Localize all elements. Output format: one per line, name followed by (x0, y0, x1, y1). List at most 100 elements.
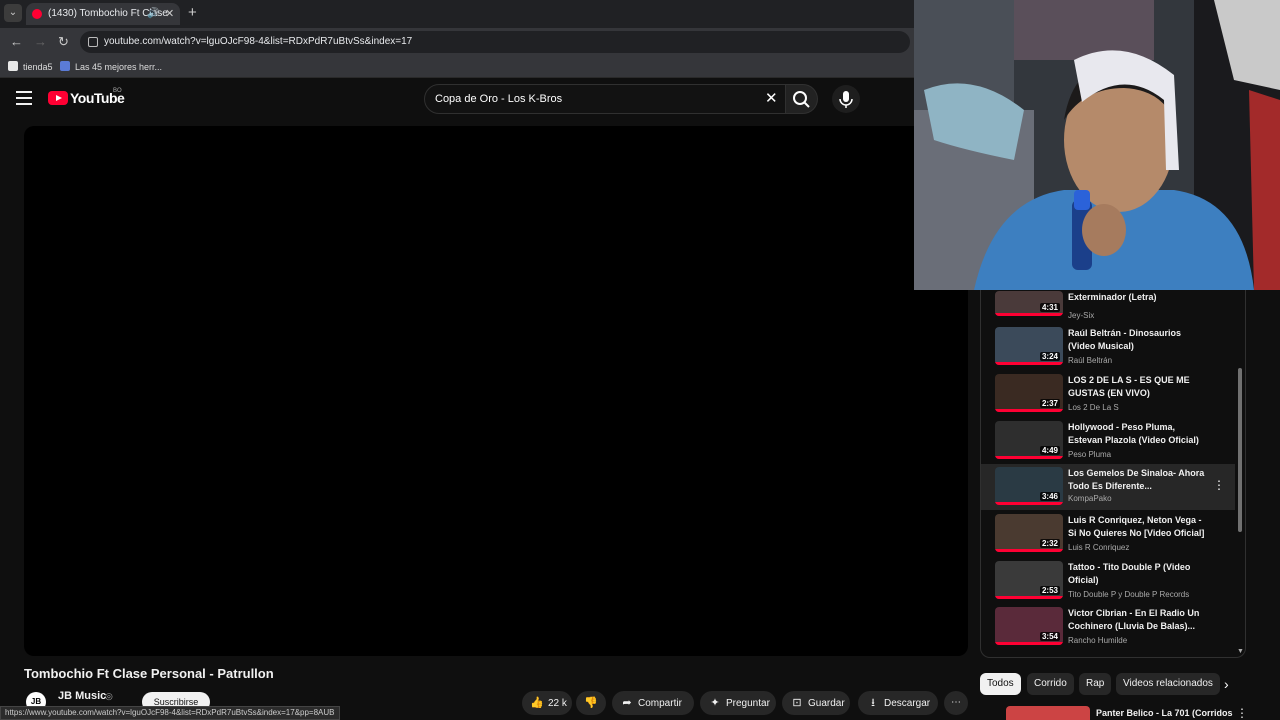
link-status-bar: https://www.youtube.com/watch?v=lguOJcF9… (0, 706, 340, 720)
playlist-thumbnail[interactable]: 4:49 (995, 421, 1063, 459)
bookmark-tienda5[interactable]: tienda5 (8, 56, 53, 78)
playlist-thumbnail[interactable]: 2:53 (995, 561, 1063, 599)
playlist-item-title[interactable]: Los Gemelos De Sinaloa- Ahora Todo Es Di… (1068, 467, 1208, 493)
video-duration: 3:54 (1039, 632, 1060, 641)
watched-progress-bar (995, 409, 1063, 412)
playlist-item-title[interactable]: Victor Cibrian - En El Radio Un Cochiner… (1068, 607, 1208, 633)
voice-search-button[interactable] (832, 85, 860, 113)
thumbs-up-icon: 👍 (530, 697, 544, 709)
watched-progress-bar (995, 362, 1063, 365)
forward-button[interactable]: → (34, 33, 47, 51)
playlist-item[interactable]: 3:24 Raúl Beltrán - Dinosaurios (Video Mu… (981, 327, 1241, 374)
address-bar[interactable]: youtube.com/watch?v=lguOJcF98-4&list=RDx… (80, 31, 910, 53)
playlist-thumbnail[interactable]: 3:24 (995, 327, 1063, 365)
playlist-item[interactable]: 2:32 Luis R Conriquez, Neton Vega - Si No… (981, 514, 1241, 561)
playlist-item[interactable]: 3:54 Victor Cibrian - En El Radio Un Coch… (981, 607, 1241, 654)
watched-progress-bar (995, 642, 1063, 645)
watched-progress-bar (995, 502, 1063, 505)
watched-progress-bar (995, 313, 1063, 316)
playlist-thumbnail[interactable]: 4:31 (995, 291, 1063, 316)
ask-button[interactable]: ✦ Preguntar (700, 691, 776, 715)
webcam-image (914, 0, 1280, 290)
youtube-logo-icon[interactable] (48, 91, 68, 105)
bookmark-label: Las 45 mejores herr... (75, 62, 163, 72)
video-duration: 2:32 (1039, 539, 1060, 548)
scroll-down-icon[interactable]: ▼ (1237, 648, 1244, 655)
playlist-item-channel[interactable]: Tito Double P y Double P Records (1068, 590, 1189, 599)
save-label: Guardar (808, 698, 845, 709)
playlist-item[interactable]: 2:53 Tattoo - Tito Double P (Video Oficia… (981, 561, 1241, 608)
save-button[interactable]: ⊡ Guardar (782, 691, 850, 715)
related-video-thumbnail[interactable] (1006, 706, 1090, 720)
chevron-right-icon[interactable]: › (1224, 676, 1229, 692)
like-button[interactable]: 👍 22 k (522, 691, 572, 715)
region-code: BO (113, 88, 122, 94)
more-vertical-icon[interactable]: ⋮ (1236, 706, 1248, 720)
clear-search-icon[interactable]: ✕ (765, 85, 778, 113)
bookmark-herramientas[interactable]: Las 45 mejores herr... (60, 56, 162, 78)
playlist-thumbnail[interactable]: 3:46 (995, 467, 1063, 505)
search-button[interactable] (786, 84, 818, 114)
more-horizontal-icon: ⋯ (951, 697, 961, 708)
reload-button[interactable]: ↻ (58, 33, 69, 51)
playlist-scrollbar[interactable] (1238, 368, 1242, 532)
watched-progress-bar (995, 549, 1063, 552)
bookmark-label: tienda5 (23, 62, 53, 72)
playlist-item-channel[interactable]: Luis R Conriquez (1068, 543, 1129, 552)
video-player[interactable] (24, 126, 968, 656)
video-title: Tombochio Ft Clase Personal - Patrullon (24, 666, 274, 681)
share-label: Compartir (638, 698, 682, 709)
chip-corrido[interactable]: Corrido (1027, 673, 1074, 695)
search-input[interactable]: Copa de Oro - Los K-Bros ✕ (424, 84, 786, 114)
chip-rap[interactable]: Rap (1079, 673, 1112, 695)
channel-name[interactable]: JB Music (58, 690, 106, 702)
playlist-item-channel[interactable]: Jey-Six (1068, 311, 1094, 320)
playlist-item[interactable]: 2:37 LOS 2 DE LA S - ES QUE ME GUSTAS (EN… (981, 374, 1241, 421)
playlist-item-title[interactable]: Exterminador (Letra) (1068, 291, 1208, 304)
playlist-item-title[interactable]: Luis R Conriquez, Neton Vega - Si No Qui… (1068, 514, 1208, 540)
share-button[interactable]: ➦ Compartir (612, 691, 694, 715)
tab-list-chevron-icon[interactable]: ⌄ (4, 4, 22, 22)
playlist-thumbnail[interactable]: 2:32 (995, 514, 1063, 552)
download-icon: ⭳ (871, 697, 875, 709)
back-button[interactable]: ← (10, 33, 23, 51)
playlist-item-channel[interactable]: Rancho Humilde (1068, 636, 1127, 645)
webcam-overlay (914, 0, 1280, 290)
tab-close-icon[interactable]: ✕ (165, 3, 174, 25)
site-settings-icon[interactable] (88, 37, 98, 47)
playlist-item-title[interactable]: Hollywood - Peso Pluma, Estevan Plazola … (1068, 421, 1208, 447)
playlist-item-channel[interactable]: KompaPako (1068, 494, 1112, 503)
new-tab-button[interactable]: + (188, 4, 197, 22)
like-count: 22 k (548, 698, 567, 709)
playlist-item-channel[interactable]: Los 2 De La S (1068, 403, 1119, 412)
video-duration: 4:49 (1039, 446, 1060, 455)
download-button[interactable]: ⭳ Descargar (858, 691, 938, 715)
video-duration: 3:24 (1039, 352, 1060, 361)
playlist-item-title[interactable]: Tattoo - Tito Double P (Video Oficial) (1068, 561, 1208, 587)
related-video-title[interactable]: Panter Belico - La 701 (Corridos (1096, 708, 1233, 718)
video-duration: 4:31 (1039, 303, 1060, 312)
playlist-item-channel[interactable]: Peso Pluma (1068, 450, 1111, 459)
playlist-item-channel[interactable]: Raúl Beltrán (1068, 356, 1112, 365)
address-bar-url: youtube.com/watch?v=lguOJcF98-4&list=RDx… (104, 36, 413, 47)
chip-videos-relacionados[interactable]: Videos relacionados (1116, 673, 1220, 695)
download-label: Descargar (884, 698, 931, 709)
playlist-thumbnail[interactable]: 2:37 (995, 374, 1063, 412)
browser-tab-active[interactable]: (1430) Tombochio Ft Clase 🔊 ✕ (26, 3, 180, 25)
more-actions-button[interactable]: ⋯ (944, 691, 968, 715)
share-icon: ➦ (622, 697, 632, 709)
playlist-thumbnail[interactable]: 3:54 (995, 607, 1063, 645)
bookmark-favicon-icon (60, 61, 70, 71)
ask-label: Preguntar (726, 698, 770, 709)
more-vertical-icon[interactable]: ⋮ (1213, 478, 1225, 492)
audio-playing-icon[interactable]: 🔊 (147, 3, 159, 25)
watched-progress-bar (995, 596, 1063, 599)
chip-todos[interactable]: Todos (980, 673, 1021, 695)
playlist-item-title[interactable]: LOS 2 DE LA S - ES QUE ME GUSTAS (EN VIV… (1068, 374, 1208, 400)
sparkle-icon: ✦ (710, 697, 720, 709)
dislike-button[interactable]: 👎 (576, 691, 606, 715)
playlist-item-title[interactable]: Raúl Beltrán - Dinosaurios (Video Musica… (1068, 327, 1208, 353)
menu-icon[interactable] (16, 91, 32, 109)
playlist-item[interactable]: 3:46 Los Gemelos De Sinaloa- Ahora Todo E… (981, 464, 1235, 510)
playlist-item[interactable]: 4:49 Hollywood - Peso Pluma, Estevan Plaz… (981, 421, 1241, 468)
